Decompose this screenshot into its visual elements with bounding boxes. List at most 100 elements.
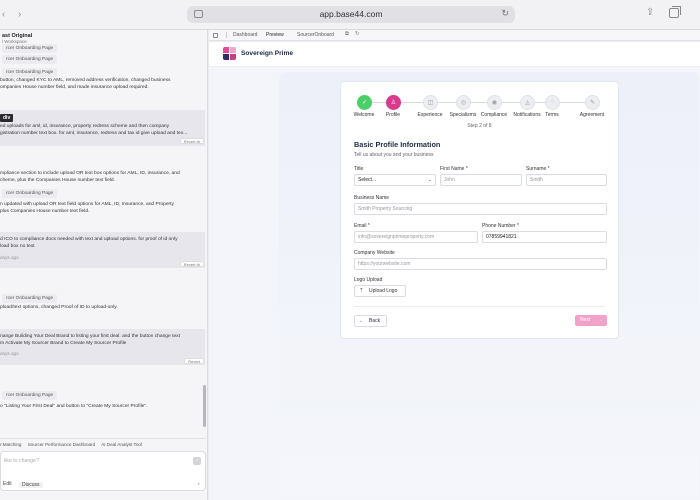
- title-label: Title: [354, 166, 364, 172]
- onboarding-card: ✓ Welcome ♙ Profile ◫ Experience ◎ Specialisms ◉…: [340, 81, 619, 339]
- step-profile-icon: ♙: [386, 95, 401, 110]
- step-counter: Step 2 of 8: [467, 123, 492, 129]
- phone-label: Phone Number *: [482, 223, 519, 229]
- revert-button[interactable]: Revert th: [179, 138, 204, 144]
- website-field[interactable]: https://yourwebsite.com: [354, 258, 607, 270]
- page-tag: rcer Onboarding Page: [2, 189, 58, 198]
- edit-button[interactable]: Edit: [3, 481, 12, 487]
- surname-field[interactable]: Smith: [526, 174, 607, 186]
- title-select-value: Select...: [358, 177, 377, 183]
- element-tag: div: [0, 114, 14, 122]
- email-label: Email *: [354, 223, 370, 229]
- tabs-icon[interactable]: [669, 6, 681, 18]
- page-tag: rcer Onboarding Page: [2, 44, 58, 53]
- chat-message: n updated with upload OR text field opti…: [0, 202, 174, 215]
- sidebar-toggle-icon[interactable]: [213, 33, 218, 38]
- upload-icon: ⇡: [359, 288, 364, 294]
- next-button-label: Next: [580, 317, 591, 323]
- website-label: Company Website: [354, 250, 395, 256]
- step-glyph: ◉: [491, 100, 498, 106]
- form-divider: [354, 306, 605, 307]
- brand-logo: [223, 47, 236, 60]
- tab-dashboard[interactable]: Dashboard: [233, 32, 257, 38]
- step-glyph: ◫: [427, 100, 434, 106]
- step-label: Specialisms: [449, 112, 477, 118]
- upload-logo-label: Upload Logo: [369, 288, 398, 294]
- chevron-down-icon: ⌄: [427, 177, 432, 183]
- suggestion-chip[interactable]: r Matching: [0, 442, 21, 447]
- tab-preview[interactable]: Preview: [266, 32, 284, 38]
- surname-label: Surname *: [526, 166, 550, 172]
- next-button[interactable]: Next →: [575, 315, 607, 326]
- app-header: Sovereign Prime: [209, 42, 700, 67]
- discuss-button[interactable]: Discuss: [19, 482, 43, 488]
- business-name-field[interactable]: Smith Property Sourcing: [354, 203, 607, 215]
- address-bar[interactable]: app.base44.com ↻: [187, 6, 515, 23]
- phone-field[interactable]: 07859941821: [482, 231, 607, 243]
- arrow-left-icon: ←: [359, 318, 364, 324]
- share-icon[interactable]: ⇪: [646, 7, 654, 18]
- step-label: Agreement: [579, 112, 605, 118]
- section-title: Basic Profile Information: [354, 140, 441, 149]
- title-select[interactable]: Select... ⌄: [354, 174, 436, 186]
- email-field[interactable]: info@sovereignprimeproperty.com: [354, 231, 478, 243]
- chat-message: o "Listing Your First Deal" and button t…: [0, 404, 148, 409]
- reload-icon[interactable]: ↻: [501, 8, 509, 19]
- suggestion-chip[interactable]: AI Deal Analyst Tool: [101, 442, 142, 447]
- preview-toolbar: Dashboard Preview SourcerOnboard ⧉ ↻: [209, 30, 700, 41]
- step-glyph: ✎: [589, 100, 596, 106]
- step-label: Profile: [385, 112, 401, 118]
- step-experience-icon: ◫: [423, 95, 438, 110]
- business-name-label: Business Name: [354, 195, 390, 201]
- upload-logo-button[interactable]: ⇡ Upload Logo: [354, 285, 406, 297]
- chat-scrollbar[interactable]: [203, 385, 206, 427]
- page-tag: rcer Onboarding Page: [2, 55, 58, 64]
- section-subtitle: Tell us about you and your business: [354, 152, 434, 158]
- logo-upload-label: Logo Upload: [354, 277, 383, 283]
- send-icon[interactable]: ↑: [193, 457, 201, 465]
- step-label: Experience: [417, 112, 443, 118]
- chat-message: button, changed KYC to AML, removed addr…: [0, 78, 171, 91]
- step-glyph: ✓: [361, 100, 368, 106]
- step-glyph: ◎: [460, 100, 467, 106]
- first-name-field[interactable]: John: [440, 174, 522, 186]
- step-label: Compliance: [480, 112, 508, 118]
- tab-sourceronboard[interactable]: SourcerOnboard: [297, 32, 334, 38]
- microphone-icon[interactable]: ♪: [198, 481, 201, 487]
- browser-chrome: ‹ › app.base44.com ↻ ⇪: [0, 0, 700, 30]
- open-external-icon[interactable]: ⧉: [345, 31, 349, 38]
- chat-message: pload/text options, changed Proof of ID …: [0, 305, 118, 310]
- back-button[interactable]: ← Back: [354, 315, 387, 327]
- chat-panel: ast Original l Workspace rcer Onboarding…: [0, 30, 208, 500]
- back-icon[interactable]: ‹: [2, 9, 5, 20]
- first-name-label: First Name *: [440, 166, 468, 172]
- step-glyph: ◌: [550, 99, 555, 105]
- suggestion-chip[interactable]: Sourcer Performance Dashboard: [28, 442, 95, 447]
- back-button-label: Back: [369, 318, 381, 324]
- chat-message: mpliance section to include upload OR te…: [0, 171, 180, 184]
- brand-name: Sovereign Prime: [241, 50, 294, 57]
- step-compliance-icon: ◉: [487, 95, 502, 110]
- step-glyph: ♙: [390, 100, 397, 106]
- forward-icon[interactable]: ›: [18, 9, 21, 20]
- message-time: days ago: [0, 351, 19, 356]
- revert-button[interactable]: Revert th: [179, 261, 204, 267]
- url-text[interactable]: app.base44.com: [187, 9, 515, 19]
- step-label: Terms: [545, 112, 559, 118]
- step-terms-icon: ◌: [545, 95, 560, 110]
- step-welcome-icon: ✓: [357, 95, 372, 110]
- revert-button[interactable]: Revert: [184, 358, 204, 364]
- page-tag: rcer Onboarding Page: [2, 294, 58, 303]
- refresh-icon[interactable]: ↻: [355, 31, 360, 37]
- step-notifications-icon: ◬: [520, 95, 535, 110]
- page-tag: rcer Onboarding Page: [2, 391, 58, 400]
- arrow-right-icon: →: [598, 317, 603, 323]
- chat-input[interactable]: like to change? ↑ ♪ Edit Discuss: [0, 451, 206, 491]
- message-time: days ago: [0, 255, 19, 260]
- step-specialisms-icon: ◎: [456, 95, 471, 110]
- chat-input-placeholder: like to change?: [4, 458, 39, 464]
- chat-message: d ICO to compliance docs needed with tex…: [0, 237, 178, 250]
- chat-message: ed uploads for aml, id, insurance, prope…: [0, 124, 188, 137]
- suggestion-bar: r Matching Sourcer Performance Dashboard…: [0, 438, 206, 450]
- chat-message: nange Building Your Deal Brand to listin…: [0, 334, 180, 347]
